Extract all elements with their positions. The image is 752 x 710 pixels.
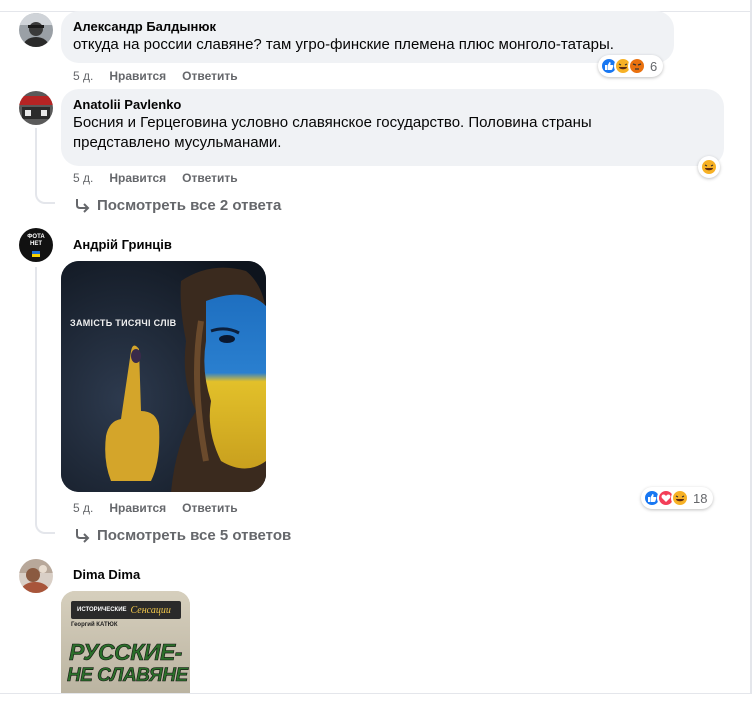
like-button[interactable]: Нравится — [109, 500, 166, 516]
bottom-edge — [0, 693, 752, 710]
avatar-photo-icon — [19, 13, 53, 47]
view-replies-link[interactable]: Посмотреть все 2 ответа — [73, 196, 281, 214]
book-series: ИСТОРИЧЕСКИЕ — [77, 607, 127, 613]
haha-reaction-icon — [700, 158, 718, 176]
comment-actions: 5 д. Нравится Ответить — [73, 500, 238, 516]
reactions-summary[interactable]: 18 — [641, 487, 714, 509]
reply-button[interactable]: Ответить — [182, 68, 237, 84]
thread-line — [35, 267, 37, 517]
view-replies-label: Посмотреть все 2 ответа — [97, 196, 282, 214]
thread-connector — [35, 516, 55, 534]
comment-image[interactable]: ИСТОРИЧЕСКИЕ Сенсации Георгий КАТЮК РУСС… — [61, 591, 190, 701]
comment-bubble: Anatolii Pavlenko Босния и Герцеговина у… — [61, 89, 724, 166]
avatar[interactable]: ФОТА НЕТ — [19, 228, 53, 262]
avatar-text: НЕТ — [30, 240, 42, 247]
avatar[interactable] — [19, 559, 53, 593]
book-title-line-2: НЕ СЛАВЯНЕ — [67, 665, 189, 687]
reply-arrow-icon — [76, 199, 90, 213]
book-series-banner: ИСТОРИЧЕСКИЕ Сенсации — [71, 601, 181, 619]
thread-line — [35, 128, 37, 188]
comment-actions: 5 д. Нравится Ответить — [73, 170, 238, 186]
reply-arrow-icon — [76, 529, 90, 543]
book-title-line-1: РУССКИЕ- — [69, 639, 183, 666]
like-button[interactable]: Нравится — [109, 170, 166, 186]
reaction-count: 6 — [650, 58, 658, 74]
avatar-photo-icon — [19, 559, 53, 593]
comment-author[interactable]: Anatolii Pavlenko — [73, 97, 712, 113]
reply-button[interactable]: Ответить — [182, 170, 237, 186]
book-series-script: Сенсации — [130, 604, 171, 616]
image-artwork-icon — [61, 261, 266, 492]
like-button[interactable]: Нравится — [109, 68, 166, 84]
thread-connector — [35, 186, 55, 204]
comment-bubble: Александр Балдынюк откуда на россии слав… — [61, 11, 674, 63]
comment-text-line: представлено мусульманами. — [73, 134, 282, 151]
reactions-summary[interactable]: 6 — [598, 55, 664, 77]
avatar[interactable] — [19, 13, 53, 47]
image-caption: ЗАМІСТЬ ТИСЯЧІ СЛІВ — [70, 318, 177, 328]
comment-timestamp[interactable]: 5 д. — [73, 170, 93, 186]
comment-actions: 5 д. Нравится Ответить — [73, 68, 238, 84]
comment-timestamp[interactable]: 5 д. — [73, 68, 93, 84]
comment-author[interactable]: Dima Dima — [73, 567, 140, 583]
reply-button[interactable]: Ответить — [182, 500, 237, 516]
angry-reaction-icon — [628, 57, 646, 75]
comment-timestamp[interactable]: 5 д. — [73, 500, 93, 516]
view-replies-link[interactable]: Посмотреть все 5 ответов — [73, 526, 291, 544]
comment-image[interactable]: ЗАМІСТЬ ТИСЯЧІ СЛІВ — [61, 261, 266, 492]
comment-author[interactable]: Андрій Гринців — [73, 237, 172, 253]
comment-text-line: Босния и Герцеговина условно славянское … — [73, 114, 592, 131]
reactions-summary[interactable] — [698, 156, 720, 178]
avatar[interactable] — [19, 91, 53, 125]
book-author: Георгий КАТЮК — [71, 622, 118, 628]
avatar-photo-icon — [19, 91, 53, 125]
comment-author[interactable]: Александр Балдынюк — [73, 19, 662, 35]
view-replies-label: Посмотреть все 5 ответов — [97, 526, 292, 544]
comment-text: откуда на россии славяне? там угро-финск… — [73, 36, 614, 53]
avatar-text: ФОТА — [27, 233, 45, 240]
reaction-count: 18 — [693, 490, 708, 506]
haha-reaction-icon — [671, 489, 689, 507]
